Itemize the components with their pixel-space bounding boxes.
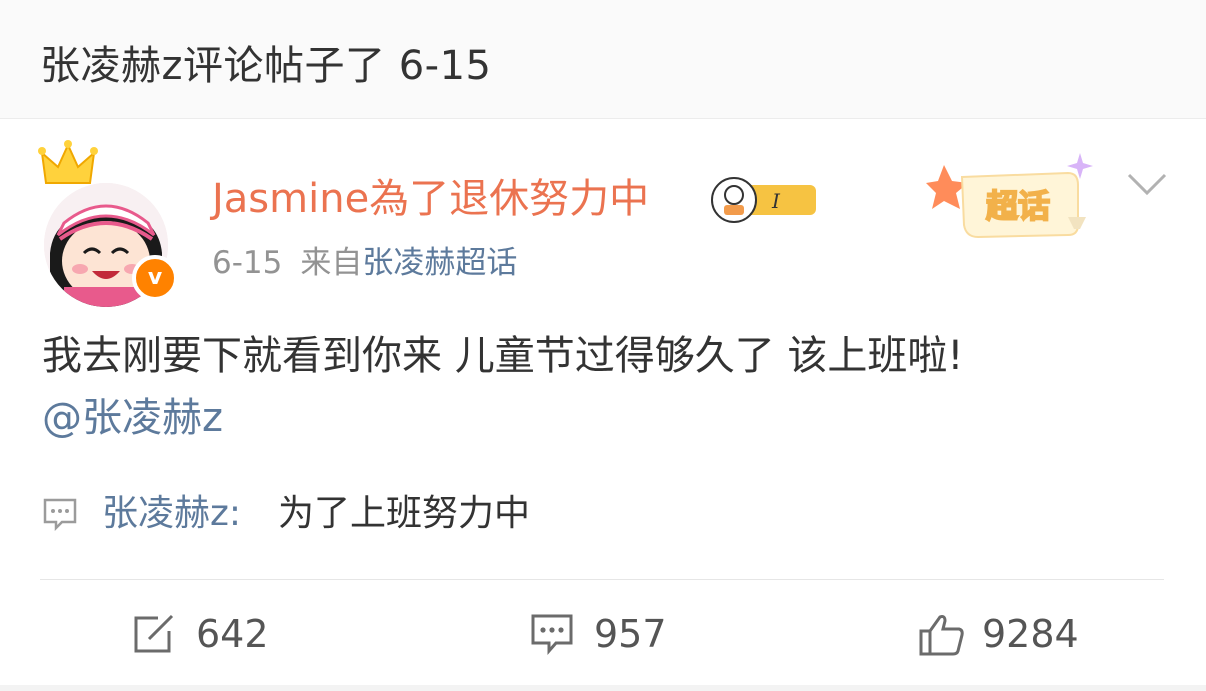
notification-title: 张凌赫z评论帖子了 6-15 [40, 43, 492, 89]
comment-author[interactable]: 张凌赫z: [102, 491, 241, 537]
repost-count: 642 [196, 612, 269, 656]
post-body[interactable]: 我去刚要下就看到你来 儿童节过得够久了 该上班啦! @张凌赫z [42, 327, 1172, 447]
like-count: 9284 [982, 612, 1079, 656]
mention-link[interactable]: @张凌赫z [42, 389, 1172, 447]
post-action-bar: 642 957 9284 [0, 599, 1206, 669]
notification-header: 张凌赫z评论帖子了 6-15 [0, 0, 1206, 119]
thumbs-up-icon [919, 615, 964, 656]
member-level-badge-icon: I [711, 177, 816, 223]
comment-text: 为了上班努力中 [278, 493, 531, 534]
source-supertopic-link[interactable]: 张凌赫超话 [362, 245, 517, 281]
supertopic-label: 超话 [986, 187, 1050, 225]
author-username[interactable]: Jasmine為了退休努力中 [212, 171, 649, 227]
verified-badge: v [132, 255, 178, 301]
member-level-text: I [771, 189, 781, 213]
post-meta: 6-15 来自张凌赫超话 [212, 241, 517, 285]
comment-icon [531, 614, 573, 655]
divider [40, 579, 1164, 580]
comment-count: 957 [594, 612, 667, 656]
repost-button[interactable]: 642 [132, 599, 292, 669]
supertopic-badge-icon[interactable]: 超话 [918, 145, 1108, 245]
weibo-comment-notification-page: 张凌赫z评论帖子了 6-15 v Jasmine為了退休努力中 I 超话 6-1… [0, 0, 1206, 691]
comment-button[interactable]: 957 [530, 599, 690, 669]
chevron-down-icon[interactable] [1126, 171, 1168, 199]
post-body-text: 我去刚要下就看到你来 儿童节过得够久了 该上班啦! [42, 333, 964, 379]
post-date: 6-15 [212, 245, 283, 281]
source-prefix: 来自 [300, 245, 363, 281]
bottom-divider [0, 685, 1206, 691]
repost-icon [134, 614, 174, 653]
comment-bubble-icon [43, 498, 77, 531]
author-avatar[interactable]: v [38, 139, 180, 307]
weibo-post-card[interactable]: v Jasmine為了退休努力中 I 超话 6-15 来自张凌赫超话 我去刚要下就… [0, 119, 1206, 691]
like-button[interactable]: 9284 [918, 599, 1108, 669]
